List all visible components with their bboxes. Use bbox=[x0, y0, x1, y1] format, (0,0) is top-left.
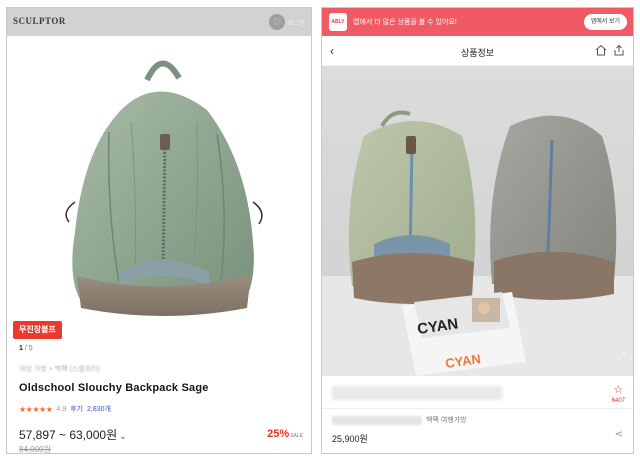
product-image[interactable] bbox=[47, 42, 277, 324]
screenshot-root: SCULPTOR ♡ 21.2만 무진장블프 1 / 5 여성 가방 > 백팩 … bbox=[0, 0, 640, 461]
top-nav: ‹ 상품정보 bbox=[322, 36, 633, 66]
product-name-blurred bbox=[332, 416, 422, 425]
discount-rate: 25%SALE bbox=[267, 428, 303, 440]
breadcrumb[interactable]: 여성 가방 > 백팩 (스컬프터) bbox=[19, 364, 100, 374]
rating-row[interactable]: ★★★★★ 4.9 후기 2,830개 bbox=[19, 404, 111, 414]
price-range[interactable]: 57,897 ~ 63,000원 ⌄ bbox=[19, 426, 127, 443]
original-price: 84,000원 bbox=[19, 445, 51, 454]
review-count[interactable]: 2,830개 bbox=[87, 404, 111, 414]
product-price: 25,900원 bbox=[332, 434, 368, 444]
product-photo[interactable]: CYAN CYAN bbox=[322, 66, 633, 376]
store-name-blurred[interactable] bbox=[332, 386, 502, 400]
heart-icon[interactable]: ♡ bbox=[269, 14, 285, 30]
brand-logo[interactable]: SCULPTOR bbox=[13, 16, 66, 26]
pager-current: 1 bbox=[19, 345, 23, 352]
left-product-page: SCULPTOR ♡ 21.2만 무진장블프 1 / 5 여성 가방 > 백팩 … bbox=[6, 7, 312, 454]
share-icon[interactable] bbox=[613, 44, 625, 56]
chevron-down-icon[interactable]: ⌄ bbox=[119, 431, 127, 441]
open-app-button[interactable]: 앱에서 보기 bbox=[583, 14, 627, 30]
product-name: 백팩 여행가방 bbox=[426, 417, 467, 424]
shop-header: SCULPTOR ♡ 21.2만 bbox=[7, 8, 311, 36]
heart-count: 21.2만 bbox=[287, 21, 305, 27]
share-icon[interactable]: ⋖ bbox=[615, 429, 623, 440]
pager-separator: / bbox=[24, 345, 27, 352]
wish-count: 6407 bbox=[611, 398, 625, 404]
star-icon: ☆ bbox=[613, 384, 624, 396]
app-logo: ABLY bbox=[329, 13, 347, 31]
nav-title: 상품정보 bbox=[460, 48, 495, 58]
discount-percent: 25% bbox=[267, 428, 290, 440]
promo-badge: 무진장블프 bbox=[13, 321, 62, 339]
review-label[interactable]: 후기 bbox=[70, 404, 83, 414]
star-rating-icon: ★★★★★ bbox=[19, 404, 53, 414]
wishlist-button[interactable]: ☆ 6407 bbox=[612, 380, 625, 404]
product-title: Oldschool Slouchy Backpack Sage bbox=[19, 382, 209, 394]
right-product-page: ABLY 앱에서 더 많은 상품을 볼 수 있어요! 앱에서 보기 ‹ 상품정보 bbox=[321, 7, 634, 454]
expand-icon[interactable]: ⤢ bbox=[618, 350, 625, 361]
discount-suffix: SALE bbox=[290, 433, 303, 439]
image-pager: 1 / 5 bbox=[19, 345, 33, 352]
app-install-banner[interactable]: ABLY 앱에서 더 많은 상품을 볼 수 있어요! 앱에서 보기 bbox=[322, 8, 633, 36]
home-icon[interactable] bbox=[595, 44, 607, 56]
divider bbox=[322, 408, 633, 409]
rating-score: 4.9 bbox=[56, 405, 67, 413]
price-range-text: 57,897 ~ 63,000원 bbox=[19, 428, 118, 442]
pager-total: 5 bbox=[28, 345, 33, 352]
banner-text: 앱에서 더 많은 상품을 볼 수 있어요! bbox=[353, 19, 457, 26]
